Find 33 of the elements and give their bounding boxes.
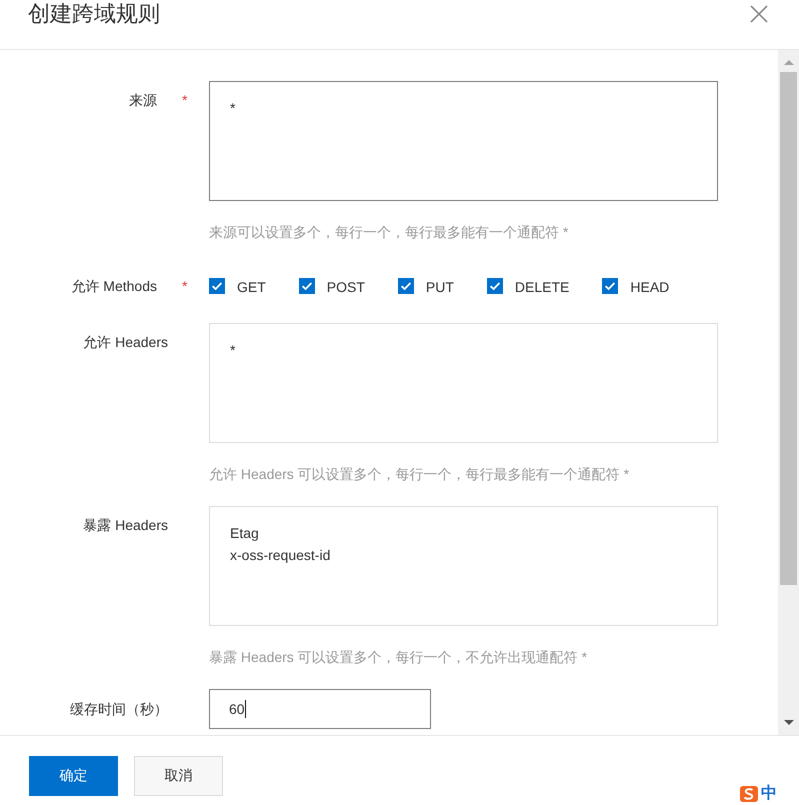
- checkbox-label[interactable]: POST: [326, 277, 365, 297]
- checkbox[interactable]: [602, 278, 618, 294]
- close-icon[interactable]: [750, 5, 768, 23]
- field-label: 缓存时间（秒）: [70, 700, 168, 719]
- required-mark: *: [182, 92, 188, 108]
- checkbox-label[interactable]: HEAD: [630, 277, 670, 297]
- checkbox-label[interactable]: GET: [237, 277, 266, 297]
- dialog-button[interactable]: 确定: [29, 756, 118, 796]
- required-mark: *: [182, 278, 188, 294]
- dialog-title: 创建跨域规则: [28, 0, 160, 28]
- field-label: 允许 Methods: [71, 276, 157, 296]
- hint-text: 允许 Headers 可以设置多个，每行一个，每行最多能有一个通配符 *: [209, 465, 630, 484]
- text-area[interactable]: *: [209, 81, 718, 201]
- ime-logo-icon: [740, 786, 758, 802]
- checkbox[interactable]: [298, 278, 315, 294]
- field-label: 来源: [129, 91, 157, 110]
- scrollbar-track[interactable]: [778, 50, 799, 735]
- checkbox-label[interactable]: DELETE: [514, 277, 570, 297]
- hint-text: 暴露 Headers 可以设置多个，每行一个，不允许出现通配符 *: [209, 648, 588, 667]
- checkbox[interactable]: [398, 278, 414, 294]
- scroll-down-icon[interactable]: [784, 720, 794, 725]
- ime-mode-label: 中: [761, 784, 777, 804]
- scrollbar-thumb[interactable]: [780, 72, 797, 585]
- text-area[interactable]: *: [209, 323, 718, 443]
- checkbox[interactable]: [486, 278, 503, 294]
- field-label: 暴露 Headers: [83, 516, 168, 535]
- checkbox-label[interactable]: PUT: [426, 277, 454, 297]
- field-label: 允许 Headers: [83, 333, 168, 352]
- text-area[interactable]: Etag x-oss-request-id: [209, 506, 718, 626]
- dialog-button[interactable]: 取消: [134, 756, 223, 796]
- hint-text: 来源可以设置多个，每行一个，每行最多能有一个通配符 *: [209, 223, 570, 242]
- text-input[interactable]: 60: [209, 689, 431, 729]
- checkbox[interactable]: [209, 278, 225, 294]
